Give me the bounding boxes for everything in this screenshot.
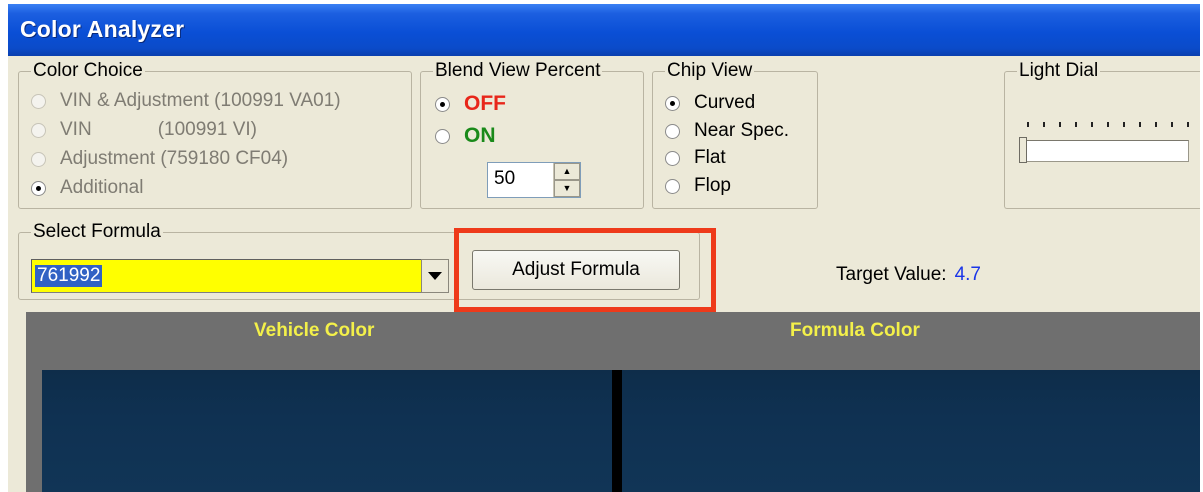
blend-on-option[interactable]: ON	[435, 124, 496, 148]
option-label: Additional	[60, 177, 144, 198]
radio-button[interactable]	[665, 150, 680, 166]
on-label: ON	[464, 124, 496, 147]
chip-view-group: Chip View Curved Near Spec. Flat Flop	[652, 60, 818, 209]
vehicle-color-swatch	[42, 370, 612, 492]
chip-view-legend: Chip View	[665, 60, 755, 82]
radio-button[interactable]	[665, 178, 680, 194]
blend-percent-spinner[interactable]: 50 ▲ ▼	[487, 162, 581, 198]
light-dial-legend: Light Dial	[1017, 60, 1101, 82]
select-formula-legend: Select Formula	[31, 221, 163, 243]
color-choice-adjustment[interactable]: Adjustment (759180 CF04)	[31, 148, 288, 170]
color-choice-additional[interactable]: Additional	[31, 177, 143, 199]
formula-value[interactable]: 761992	[35, 265, 103, 287]
adjust-formula-button[interactable]: Adjust Formula	[472, 250, 680, 290]
color-choice-group: Color Choice VIN & Adjustment (100991 VA…	[18, 60, 412, 209]
radio-button[interactable]	[31, 122, 46, 138]
spin-down-button[interactable]: ▼	[554, 180, 580, 197]
option-label: Flop	[694, 175, 731, 196]
option-code: (100991 VI)	[157, 119, 257, 140]
light-dial-group: Light Dial	[1004, 60, 1200, 209]
option-label: VIN	[60, 119, 92, 140]
chip-view-flop[interactable]: Flop	[665, 175, 731, 197]
option-label: Adjustment (759180 CF04)	[60, 148, 289, 169]
formula-combobox[interactable]: 761992	[31, 259, 449, 293]
chip-view-near-spec[interactable]: Near Spec.	[665, 120, 789, 142]
blend-off-option[interactable]: OFF	[435, 92, 506, 116]
light-dial-thumb[interactable]	[1019, 137, 1027, 163]
radio-button[interactable]	[665, 123, 680, 139]
chip-view-curved[interactable]: Curved	[665, 92, 755, 114]
option-label: VIN & Adjustment (100991 VA01)	[60, 90, 341, 111]
blend-view-legend: Blend View Percent	[433, 60, 603, 82]
vehicle-color-label: Vehicle Color	[254, 320, 375, 341]
radio-button[interactable]	[31, 93, 46, 109]
target-label: Target Value:	[836, 264, 947, 285]
target-number: 4.7	[954, 264, 981, 285]
radio-button-selected[interactable]	[665, 95, 680, 111]
formula-color-label: Formula Color	[790, 320, 920, 341]
color-choice-vin-adjustment[interactable]: VIN & Adjustment (100991 VA01)	[31, 90, 341, 112]
option-label: Flat	[694, 147, 726, 168]
off-label: OFF	[464, 92, 506, 115]
radio-button-selected[interactable]	[31, 180, 46, 196]
light-dial-track[interactable]	[1019, 140, 1189, 162]
chevron-down-icon	[428, 272, 442, 280]
radio-button[interactable]	[435, 128, 450, 144]
slider-ticks	[1027, 122, 1197, 130]
swatch-divider	[612, 370, 622, 492]
radio-button-selected[interactable]	[435, 96, 450, 112]
color-choice-legend: Color Choice	[31, 60, 145, 82]
chip-view-flat[interactable]: Flat	[665, 147, 726, 169]
spin-buttons: ▲ ▼	[553, 163, 580, 197]
color-choice-vin[interactable]: VIN (100991 VI)	[31, 119, 257, 141]
dropdown-button[interactable]	[421, 259, 449, 293]
color-analyzer-window: Color Analyzer Color Choice VIN & Adjust…	[8, 4, 1200, 492]
radio-button[interactable]	[31, 151, 46, 167]
window-title: Color Analyzer	[20, 16, 185, 42]
formula-color-swatch	[622, 370, 1200, 492]
target-value-display: Target Value: 4.7	[836, 264, 981, 286]
option-label: Curved	[694, 92, 756, 113]
option-label: Near Spec.	[694, 120, 790, 141]
spin-up-button[interactable]: ▲	[554, 163, 580, 180]
title-bar[interactable]: Color Analyzer	[8, 4, 1200, 56]
percent-value[interactable]: 50	[494, 168, 515, 190]
color-preview-panel: Vehicle Color Formula Color	[26, 312, 1200, 492]
blend-view-group: Blend View Percent OFF ON 50 ▲ ▼	[420, 60, 644, 209]
